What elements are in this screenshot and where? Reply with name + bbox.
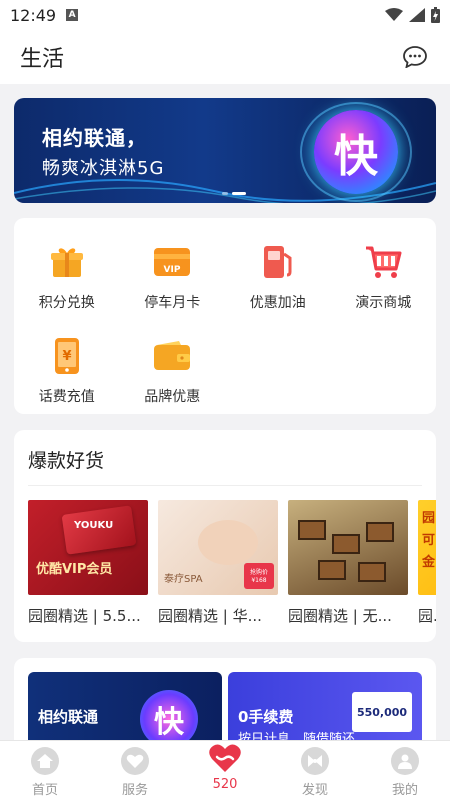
banner-headline: 相约联通， xyxy=(42,126,147,150)
divider xyxy=(28,485,422,486)
service-label: 优惠加油 xyxy=(249,295,306,311)
food-box-graphic xyxy=(298,520,326,540)
service-heart-icon xyxy=(121,747,149,775)
status-time: 12:49 xyxy=(10,5,57,25)
fuel-pump-icon xyxy=(258,242,298,282)
product-image-partial: 园 可 金 xyxy=(418,500,436,595)
service-item-phone-recharge[interactable]: ¥ 话费充值 xyxy=(14,336,120,406)
product-card[interactable]: 泰疗SPA 抢购价 ¥168 园圈精选 | 华... xyxy=(158,500,278,626)
product-card[interactable]: YOUKU 优酷VIP会员 园圈精选 | 5.5... xyxy=(28,500,148,626)
tab-service[interactable]: 服务 xyxy=(90,741,180,800)
section-title: 爆款好货 xyxy=(28,450,105,472)
youku-logo-text: YOUKU xyxy=(74,520,114,531)
signal-icon xyxy=(409,8,425,22)
promo-title: 0手续费 xyxy=(238,708,294,726)
product-card[interactable]: 园圈精选 | 无... xyxy=(288,500,408,626)
food-box-graphic xyxy=(366,522,394,542)
product-card[interactable]: 园 可 金 园... xyxy=(418,500,436,626)
chat-bubble-icon xyxy=(403,46,427,68)
status-notification-icon: A xyxy=(66,9,79,21)
tab-home[interactable]: 首页 xyxy=(0,741,90,800)
vip-card-icon: VIP xyxy=(152,242,192,282)
food-box-graphic xyxy=(358,562,386,582)
service-item-points-exchange[interactable]: 积分兑换 xyxy=(14,242,120,312)
service-item-demo-mall[interactable]: 演示商城 xyxy=(331,242,437,312)
message-button[interactable] xyxy=(400,42,430,72)
svg-text:¥: ¥ xyxy=(62,349,71,364)
product-image-food xyxy=(288,500,408,595)
food-box-graphic xyxy=(318,560,346,580)
spa-face-graphic xyxy=(198,520,258,565)
status-indicators xyxy=(385,7,440,23)
tab-label: 发现 xyxy=(301,783,328,798)
tab-label: 我的 xyxy=(391,783,418,798)
hot-goods-list: YOUKU 优酷VIP会员 园圈精选 | 5.5... 泰疗SPA 抢购价 ¥1… xyxy=(28,500,436,626)
tab-label: 首页 xyxy=(31,783,58,798)
banner-dot-active[interactable] xyxy=(232,192,246,195)
bottom-tabbar: 首页 服务 520 发现 我的 xyxy=(0,740,450,800)
product-image-spa: 泰疗SPA 抢购价 ¥168 xyxy=(158,500,278,595)
banner-kuai-badge: 快 xyxy=(314,110,398,194)
shopping-cart-icon xyxy=(363,242,403,282)
battery-icon xyxy=(431,7,440,23)
food-box-graphic xyxy=(332,534,360,554)
phone-recharge-icon: ¥ xyxy=(47,336,87,376)
service-card: 积分兑换 VIP 停车月卡 优惠加油 演示商城 ¥ 话费充值 品牌优惠 xyxy=(14,218,436,414)
svg-text:VIP: VIP xyxy=(164,265,181,275)
promo-amount: 550,000 xyxy=(352,692,412,732)
service-label: 停车月卡 xyxy=(144,295,201,311)
status-bar: 12:49 A xyxy=(0,0,450,30)
product-caption: 园圈精选 | 5.5... xyxy=(28,607,141,625)
tab-520[interactable]: 520 xyxy=(180,741,270,800)
top-banner[interactable]: 相约联通， 畅爽冰淇淋5G 快 xyxy=(14,98,436,203)
hot-goods-card: 爆款好货 YOUKU 优酷VIP会员 园圈精选 | 5.5... 泰疗SPA 抢… xyxy=(14,430,436,642)
page-title: 生活 xyxy=(20,47,65,72)
heart-520-icon xyxy=(208,743,242,773)
tab-label: 520 xyxy=(212,777,238,792)
product-caption: 园... xyxy=(418,607,436,625)
promo-text: 相约联通 xyxy=(38,708,99,726)
product-caption: 园圈精选 | 华... xyxy=(158,607,262,625)
tab-label: 服务 xyxy=(121,783,148,798)
product-image-youku-vip: YOUKU 优酷VIP会员 xyxy=(28,500,148,595)
gift-icon xyxy=(47,242,87,282)
banner-subline: 畅爽冰淇淋5G xyxy=(42,158,165,179)
home-icon xyxy=(31,747,59,775)
wifi-icon xyxy=(385,8,403,21)
app-header: 生活 xyxy=(0,30,450,84)
service-label: 品牌优惠 xyxy=(144,389,201,405)
price-tag-text: 抢购价 ¥168 xyxy=(249,569,268,584)
profile-icon xyxy=(391,747,419,775)
tab-discover[interactable]: 发现 xyxy=(270,741,360,800)
tab-mine[interactable]: 我的 xyxy=(360,741,450,800)
service-label: 话费充值 xyxy=(38,389,95,405)
service-grid: 积分兑换 VIP 停车月卡 优惠加油 演示商城 ¥ 话费充值 品牌优惠 xyxy=(14,242,436,406)
banner-pagination xyxy=(222,192,246,195)
product-image-text: 优酷VIP会员 xyxy=(36,562,113,577)
service-item-brand-discount[interactable]: 品牌优惠 xyxy=(120,336,226,406)
wallet-icon xyxy=(152,336,192,376)
product-image-text: 泰疗SPA xyxy=(164,574,203,585)
discover-bow-icon xyxy=(301,747,329,775)
service-label: 演示商城 xyxy=(355,295,412,311)
banner-dot[interactable] xyxy=(222,192,228,195)
service-item-parking-card[interactable]: VIP 停车月卡 xyxy=(120,242,226,312)
product-caption: 园圈精选 | 无... xyxy=(288,607,392,625)
service-item-fuel-discount[interactable]: 优惠加油 xyxy=(225,242,331,312)
service-label: 积分兑换 xyxy=(38,295,95,311)
product-image-text: 园 可 金 xyxy=(422,511,436,570)
